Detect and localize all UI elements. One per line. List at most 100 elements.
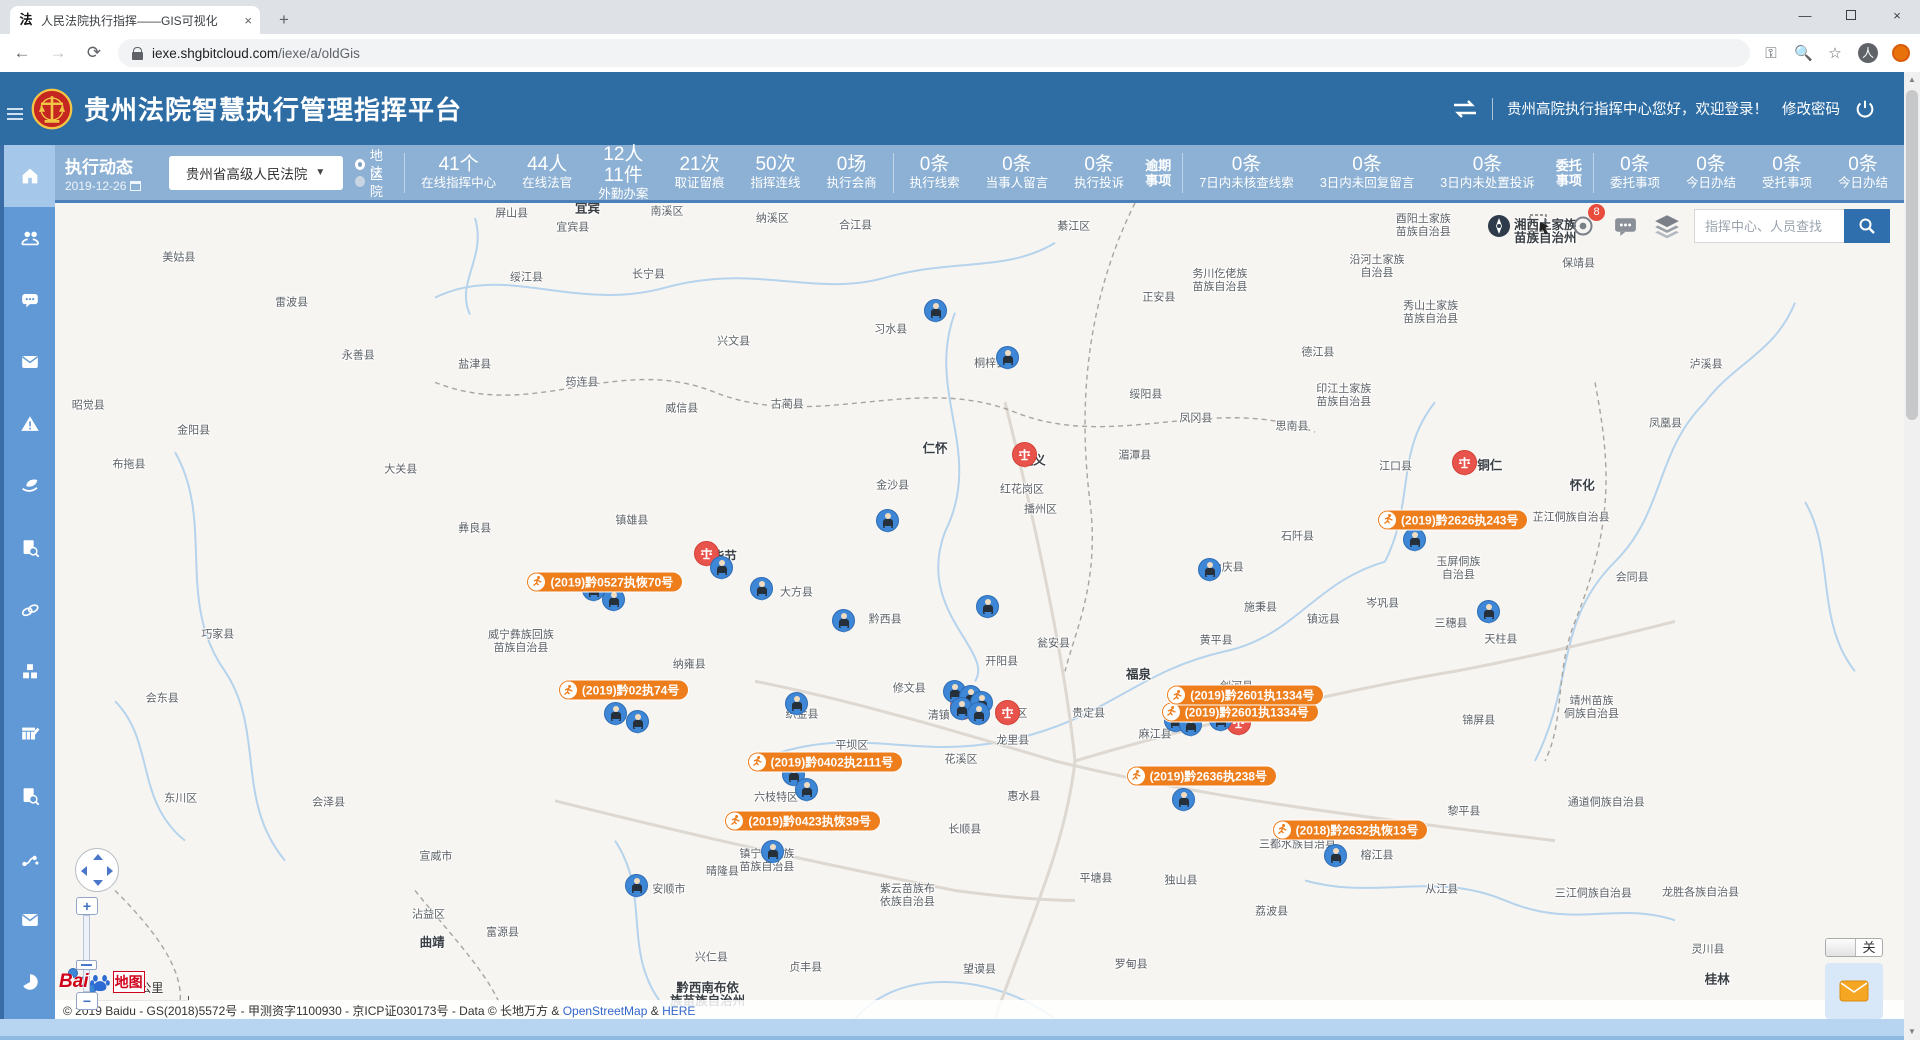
map-place-label: 巧家县 (201, 628, 234, 641)
window-minimize-button[interactable]: — (1782, 0, 1828, 34)
zoom-out-button[interactable]: − (76, 992, 98, 1010)
vertical-scrollbar[interactable]: ▲ ▼ (1904, 72, 1920, 1040)
case-label[interactable]: (2018)黔2632执恢13号 (1272, 819, 1429, 840)
page-title: 贵州法院智慧执行管理指挥平台 (84, 90, 462, 127)
officer-marker[interactable] (876, 509, 899, 532)
mail-button[interactable] (1825, 963, 1883, 1019)
stat-item: 44人在线法官 (522, 154, 572, 191)
scroll-down-arrow[interactable]: ▼ (1904, 1024, 1920, 1040)
radio-court[interactable]: 法院 (355, 173, 395, 190)
map-place-label: 荔波县 (1255, 906, 1288, 919)
court-center-marker[interactable] (1012, 442, 1037, 467)
map-place-label: 紫云苗族布 依族自治县 (880, 883, 935, 909)
officer-marker[interactable] (924, 299, 947, 322)
stat-item: 21次取证留痕 (675, 154, 725, 191)
stat-item: 0条当事人留言 (986, 154, 1049, 191)
sidebar-item-cubes[interactable] (4, 641, 55, 703)
zoom-in-button[interactable]: + (76, 897, 98, 915)
change-password-link[interactable]: 修改密码 (1782, 98, 1840, 119)
case-label[interactable]: (2019)黔0402执2111号 (747, 751, 904, 772)
officer-marker[interactable] (1198, 558, 1221, 581)
gis-map[interactable]: 屏山县宜宾宜宾县南溪区纳溪区合江县綦江区长宁县绥江县兴文县盐津县筠连县习水县桐梓… (55, 200, 1904, 1019)
browser-tab[interactable]: 法 人民法院执行指挥——GIS可视化 × (10, 6, 260, 34)
zoom-slider-handle[interactable] (76, 960, 97, 970)
officer-marker[interactable] (625, 874, 648, 897)
extension-icon[interactable] (1892, 44, 1910, 62)
message-panel-icon[interactable] (1610, 211, 1640, 241)
case-label[interactable]: (2019)黔2636执238号 (1126, 765, 1277, 786)
sidebar-item-chat[interactable] (4, 269, 55, 331)
sidebar-item-file-search[interactable] (4, 765, 55, 827)
window-close-button[interactable]: × (1874, 0, 1920, 34)
sidebar-item-doc-search[interactable] (4, 517, 55, 579)
court-center-marker[interactable] (1452, 450, 1477, 475)
osm-link[interactable]: OpenStreetMap (563, 1004, 648, 1018)
map-place-label: 彝良县 (458, 522, 491, 535)
calendar-icon[interactable] (130, 181, 141, 191)
padlock-icon (132, 47, 143, 60)
switch-icon[interactable] (1452, 100, 1478, 118)
map-place-label: 施秉县 (1244, 601, 1277, 614)
search-button[interactable] (1844, 209, 1890, 243)
power-icon[interactable] (1854, 98, 1876, 120)
sidebar-item-schedule[interactable] (4, 703, 55, 765)
locate-icon[interactable]: 8 (1568, 211, 1598, 241)
address-bar[interactable]: iexe.shgbitcloud.com/iexe/a/oldGis (118, 39, 1750, 67)
sidebar-item-pie[interactable] (4, 951, 55, 1013)
officer-marker[interactable] (996, 346, 1019, 369)
sidebar-item-service[interactable] (4, 455, 55, 517)
officer-marker[interactable] (832, 609, 855, 632)
panel-toggle[interactable]: 关 (1825, 938, 1883, 957)
sidebar-item-route[interactable] (4, 827, 55, 889)
map-pan-control[interactable] (75, 848, 119, 892)
select-cursor-icon[interactable] (1526, 211, 1556, 241)
map-place-label: 威宁彝族回族 苗族自治县 (488, 629, 554, 655)
officer-marker[interactable] (1172, 788, 1195, 811)
window-maximize-button[interactable] (1828, 0, 1874, 34)
court-center-marker[interactable] (995, 700, 1020, 725)
search-input[interactable] (1694, 209, 1844, 243)
cubes-icon (19, 661, 41, 683)
case-label[interactable]: (2019)黔2626执243号 (1377, 509, 1528, 530)
map-place-label: 通道侗族自治县 (1568, 796, 1645, 809)
sidebar-item-home[interactable] (4, 145, 55, 207)
map-place-label: 独山县 (1165, 875, 1198, 888)
map-place-label: 合江县 (839, 219, 872, 232)
bookmark-star-icon[interactable]: ☆ (1826, 44, 1844, 62)
officer-marker[interactable] (710, 556, 733, 579)
reload-button[interactable]: ⟳ (82, 43, 106, 63)
officer-marker[interactable] (750, 577, 773, 600)
case-label[interactable]: (2019)黔02执74号 (558, 680, 689, 701)
menu-toggle-icon[interactable] (7, 108, 23, 120)
sidebar-item-alert[interactable] (4, 393, 55, 455)
sidebar-item-team[interactable] (4, 207, 55, 269)
layers-icon[interactable] (1652, 211, 1682, 241)
case-label[interactable]: (2019)黔0423执恢39号 (724, 810, 881, 831)
map-place-label: 东川区 (164, 792, 197, 805)
map-place-label: 昭觉县 (72, 400, 105, 413)
map-place-label: 龙里县 (996, 734, 1029, 747)
forward-button[interactable]: → (46, 43, 70, 63)
case-label[interactable]: (2019)黔2601执1334号 (1166, 685, 1324, 706)
sidebar-item-mail[interactable] (4, 331, 55, 393)
case-label[interactable]: (2019)黔0527执恢70号 (526, 571, 683, 592)
new-tab-button[interactable]: + (272, 8, 296, 32)
password-key-icon[interactable]: ⚿ (1762, 45, 1780, 62)
compass-icon[interactable] (1484, 211, 1514, 241)
sidebar-item-link[interactable] (4, 579, 55, 641)
officer-marker[interactable] (1324, 844, 1347, 867)
profile-avatar[interactable]: 人 (1858, 43, 1878, 63)
tab-close-icon[interactable]: × (244, 13, 252, 28)
scroll-up-arrow[interactable]: ▲ (1904, 72, 1920, 88)
here-link[interactable]: HERE (662, 1004, 695, 1018)
officer-marker[interactable] (967, 702, 990, 725)
officer-marker[interactable] (1403, 528, 1426, 551)
sidebar-item-message[interactable] (4, 889, 55, 951)
court-select-dropdown[interactable]: 贵州省高级人民法院▼ (169, 156, 343, 190)
back-button[interactable]: ← (10, 43, 34, 63)
scroll-thumb[interactable] (1906, 90, 1918, 420)
officer-marker[interactable] (795, 778, 818, 801)
orange-envelope-icon (1839, 979, 1869, 1003)
officer-marker[interactable] (976, 595, 999, 618)
zoom-icon[interactable]: 🔍 (1794, 44, 1812, 62)
